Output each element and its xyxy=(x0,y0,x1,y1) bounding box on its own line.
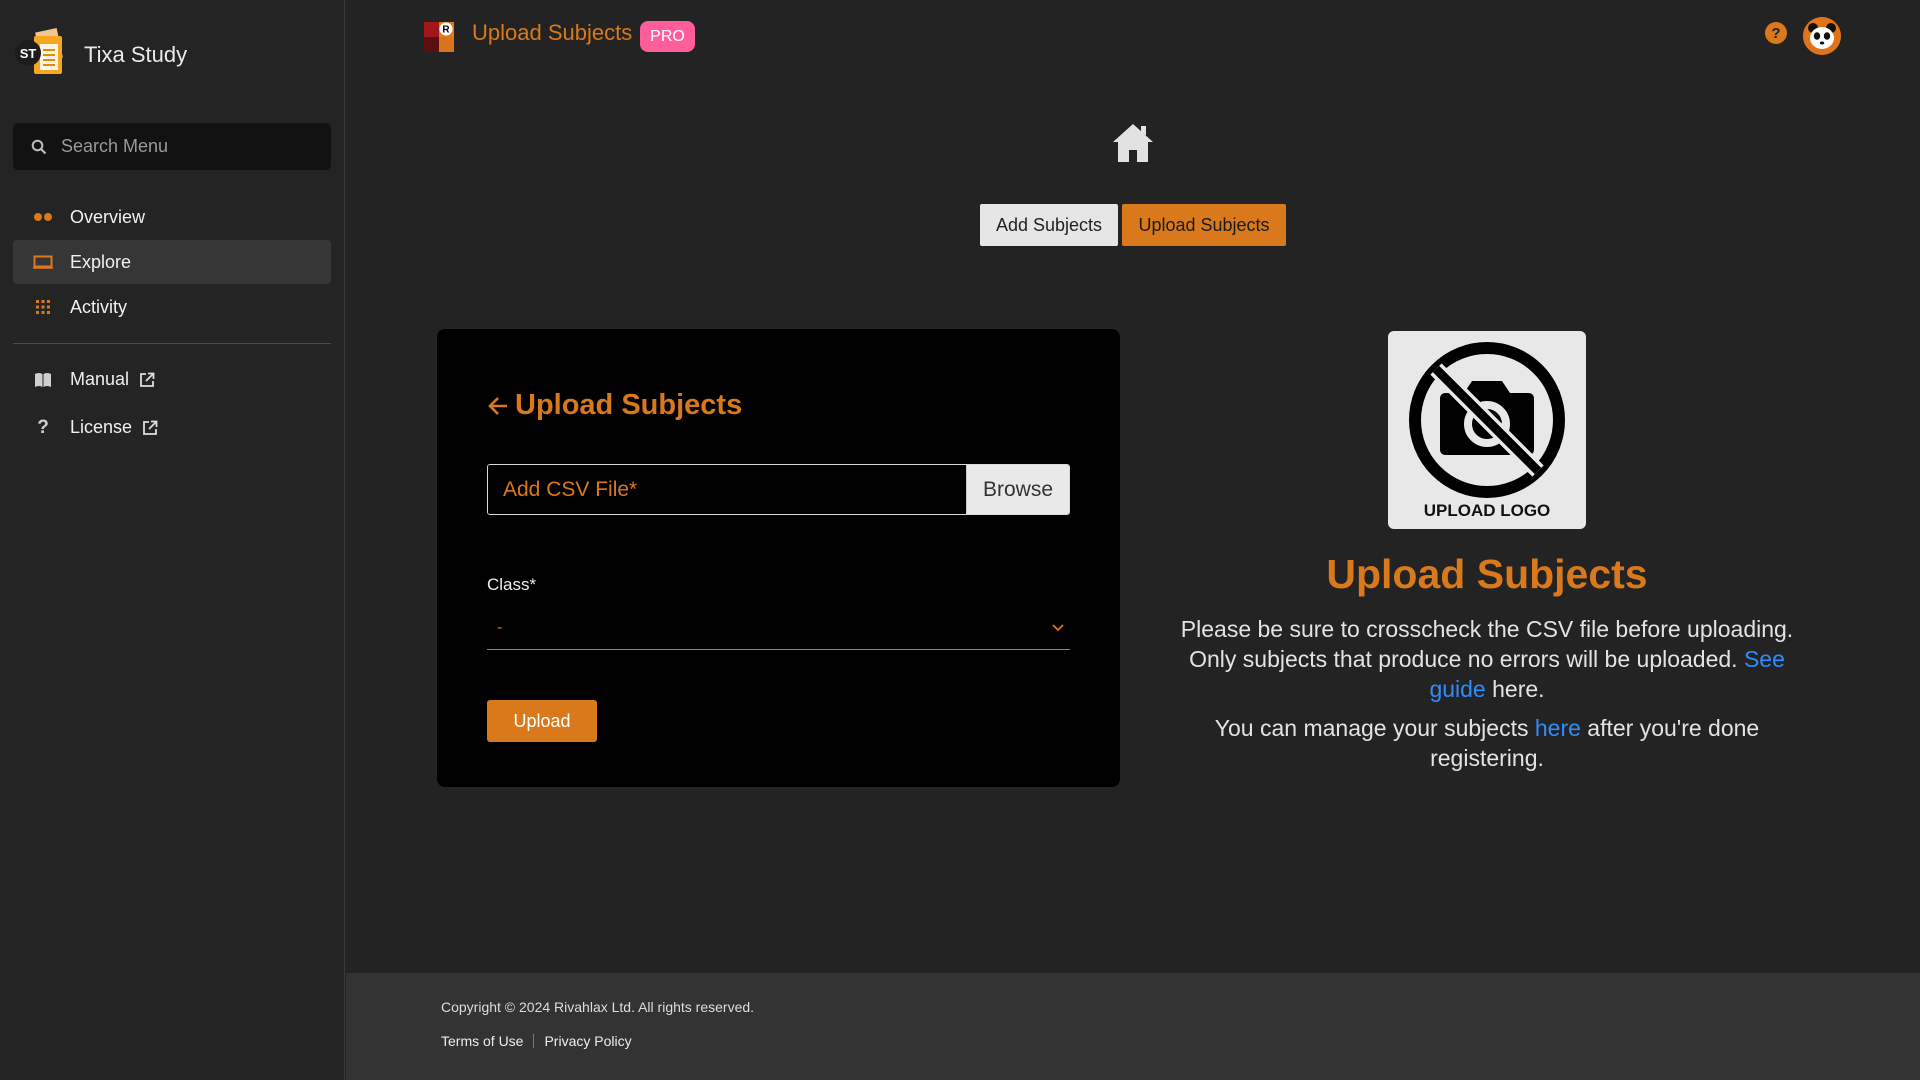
form-title: Upload Subjects xyxy=(487,389,742,422)
upload-logo-label: UPLOAD LOGO xyxy=(1423,501,1551,520)
external-link-icon xyxy=(139,372,155,388)
back-arrow-icon[interactable] xyxy=(487,395,509,417)
sidebar-divider xyxy=(13,343,331,344)
app-logo-icon: R xyxy=(422,20,456,54)
upload-button[interactable]: Upload xyxy=(487,700,597,742)
upload-form-card: Upload Subjects Browse Class* - Upload xyxy=(437,329,1120,787)
external-link-icon xyxy=(142,420,158,436)
add-subjects-tab[interactable]: Add Subjects xyxy=(980,204,1118,246)
info-paragraph-manage: You can manage your subjects here after … xyxy=(1160,713,1814,773)
privacy-link[interactable]: Privacy Policy xyxy=(544,1033,631,1049)
dots-icon xyxy=(31,212,55,222)
search-input[interactable] xyxy=(61,136,311,157)
browse-button[interactable]: Browse xyxy=(966,465,1069,514)
brand-logo-icon: ST xyxy=(14,26,72,84)
info-text: here. xyxy=(1485,676,1545,702)
sidebar-item-overview[interactable]: Overview xyxy=(13,195,331,239)
sidebar-nav: Overview Explore Activity xyxy=(13,195,331,330)
sidebar-item-explore[interactable]: Explore xyxy=(13,240,331,284)
sidebar-item-label: License xyxy=(70,417,133,437)
footer-divider xyxy=(533,1034,535,1048)
terms-link[interactable]: Terms of Use xyxy=(441,1033,523,1049)
manage-subjects-link[interactable]: here xyxy=(1535,715,1581,741)
csv-file-input[interactable] xyxy=(488,465,966,514)
avatar[interactable] xyxy=(1803,17,1841,55)
no-camera-icon xyxy=(1409,342,1565,498)
help-icon[interactable]: ? xyxy=(1765,22,1787,44)
sidebar-item-manual[interactable]: Manual xyxy=(13,356,331,403)
class-select[interactable]: - xyxy=(487,606,1070,650)
sidebar-item-license[interactable]: ? License xyxy=(13,404,331,451)
form-title-text: Upload Subjects xyxy=(515,389,743,421)
sidebar-nav-secondary: Manual ? License xyxy=(13,356,331,452)
class-label: Class* xyxy=(487,575,537,594)
svg-text:ST: ST xyxy=(20,46,37,61)
sidebar-item-label: Manual xyxy=(70,369,130,389)
sidebar-item-label: Overview xyxy=(70,206,146,227)
sidebar: ST Tixa Study Overview Explore xyxy=(0,0,345,1080)
class-select-value: - xyxy=(497,618,503,636)
csv-file-picker[interactable]: Browse xyxy=(487,464,1070,515)
info-paragraph-guide: Please be sure to crosscheck the CSV fil… xyxy=(1160,614,1814,704)
pro-badge: PRO xyxy=(640,21,695,52)
sidebar-item-activity[interactable]: Activity xyxy=(13,285,331,329)
search-box[interactable] xyxy=(13,123,331,170)
upload-logo-box[interactable]: UPLOAD LOGO xyxy=(1388,331,1586,529)
footer-links: Terms of Use Privacy Policy xyxy=(441,1033,632,1049)
page-title: Upload Subjects xyxy=(472,20,633,45)
copyright: Copyright © 2024 Rivahlax Ltd. All right… xyxy=(441,999,755,1015)
home-icon[interactable] xyxy=(1110,120,1156,166)
chevron-down-icon xyxy=(1052,619,1064,637)
brand-name: Tixa Study xyxy=(84,42,188,67)
grid-icon xyxy=(31,299,55,315)
search-icon xyxy=(31,139,47,154)
upload-subjects-tab[interactable]: Upload Subjects xyxy=(1122,204,1286,246)
svg-text:R: R xyxy=(442,25,450,36)
info-text: Please be sure to crosscheck the CSV fil… xyxy=(1180,616,1794,672)
info-title: Upload Subjects xyxy=(1326,551,1648,597)
footer: Copyright © 2024 Rivahlax Ltd. All right… xyxy=(346,973,1920,1080)
info-text: You can manage your subjects xyxy=(1214,715,1535,741)
brand[interactable]: ST Tixa Study xyxy=(14,26,187,84)
sidebar-item-label: Activity xyxy=(70,296,128,317)
monitor-icon xyxy=(31,255,55,269)
question-icon: ? xyxy=(37,416,49,438)
sidebar-item-label: Explore xyxy=(70,251,132,272)
book-icon xyxy=(31,372,55,388)
